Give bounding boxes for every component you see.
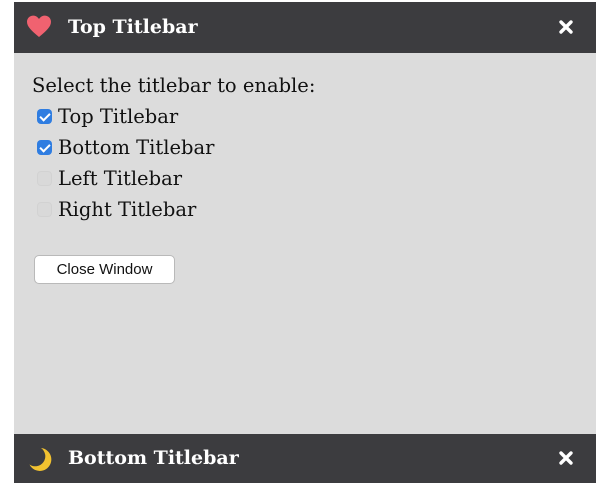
left-titlebar-checkbox[interactable]: [37, 171, 52, 186]
top-titlebar-checkbox[interactable]: [37, 109, 52, 124]
option-bottom-titlebar[interactable]: Bottom Titlebar: [32, 132, 315, 163]
option-right-titlebar[interactable]: Right Titlebar: [32, 194, 315, 225]
options-prompt: Select the titlebar to enable:: [32, 74, 316, 97]
option-left-titlebar[interactable]: Left Titlebar: [32, 163, 315, 194]
left-titlebar-label: Left Titlebar: [58, 167, 183, 190]
app-window: Top Titlebar Select the titlebar to enab…: [14, 2, 596, 483]
close-icon[interactable]: [558, 19, 574, 35]
right-titlebar-checkbox[interactable]: [37, 202, 52, 217]
top-titlebar-label: Top Titlebar: [58, 105, 179, 128]
heart-icon: [27, 15, 51, 37]
moon-icon: [29, 448, 52, 471]
close-icon[interactable]: [558, 450, 574, 466]
option-top-titlebar[interactable]: Top Titlebar: [32, 101, 315, 132]
bottom-titlebar-label: Bottom Titlebar: [58, 136, 215, 159]
top-titlebar[interactable]: Top Titlebar: [14, 2, 596, 53]
bottom-titlebar-title: Bottom Titlebar: [68, 447, 239, 469]
bottom-titlebar-checkbox[interactable]: [37, 140, 52, 155]
bottom-titlebar[interactable]: Bottom Titlebar: [14, 434, 596, 483]
right-titlebar-label: Right Titlebar: [58, 198, 197, 221]
titlebar-options: Select the titlebar to enable: Top Title…: [32, 71, 315, 225]
close-window-button[interactable]: Close Window: [34, 255, 175, 284]
top-titlebar-title: Top Titlebar: [68, 16, 198, 38]
